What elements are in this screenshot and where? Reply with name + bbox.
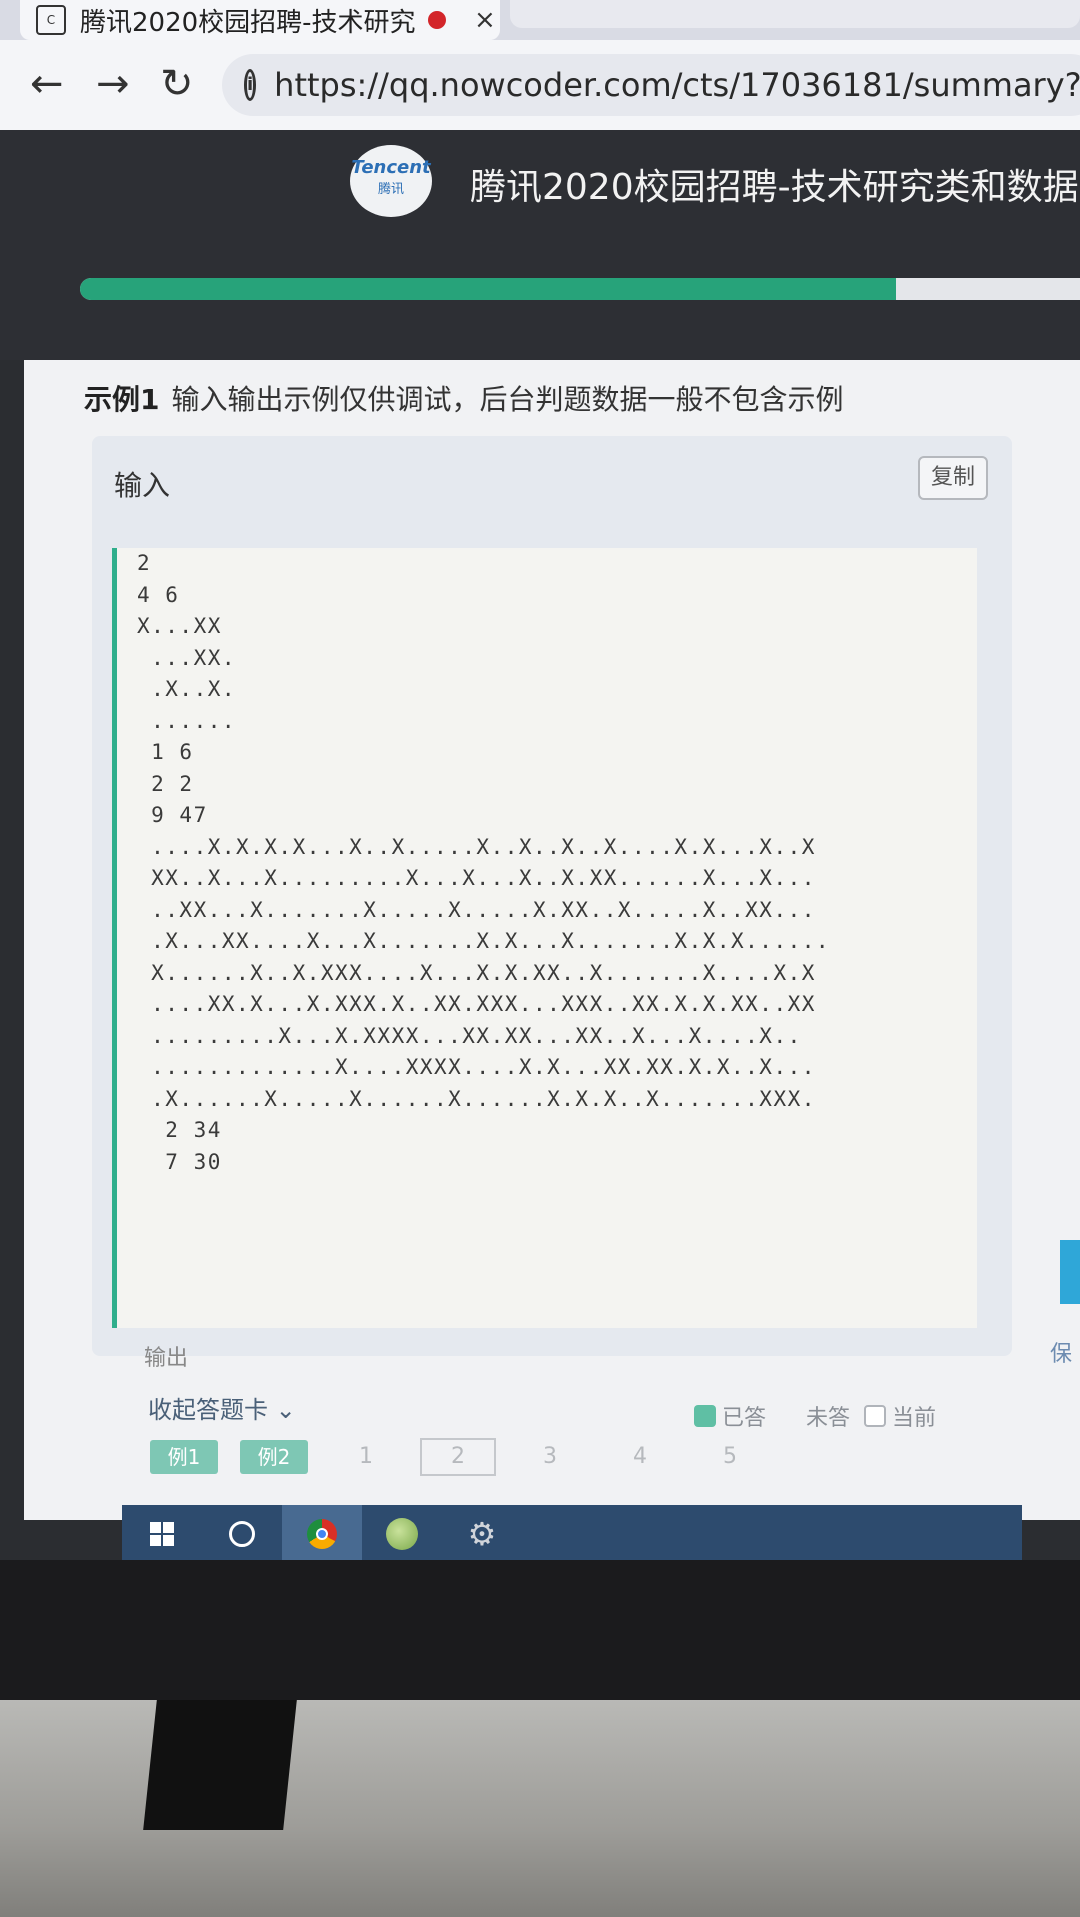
- question-nav: 例1 例2 1 2 3 4 5: [150, 1438, 784, 1476]
- legend-answered: 已答: [722, 1406, 767, 1431]
- code-line: .X......X.....X......X......X.X.X..X....…: [137, 1086, 816, 1111]
- code-line: 2: [137, 551, 152, 575]
- exam-title: 腾讯2020校园招聘-技术研究类和数据分析: [470, 167, 1080, 208]
- app-icon: [386, 1518, 418, 1550]
- example-label: 示例1: [84, 383, 160, 416]
- close-tab-icon[interactable]: ×: [474, 5, 496, 35]
- browser-tab[interactable]: C 腾讯2020校园招聘-技术研究 ×: [20, 0, 500, 40]
- collapse-answer-card-link[interactable]: 收起答题卡 ⌄: [148, 1390, 296, 1425]
- copy-button[interactable]: 复制: [918, 456, 988, 500]
- chrome-taskbar-button[interactable]: [282, 1505, 362, 1560]
- code-line: XX..X...X.........X...X...X..X.XX......X…: [137, 866, 816, 890]
- code-line: .X...XX....X...X.......X.X...X.......X.X…: [137, 929, 831, 953]
- screen: C 腾讯2020校园招聘-技术研究 × ← → ↻ i https://qq.n…: [0, 0, 1080, 1560]
- code-line: ....XX.X...X.XXX.X..XX.XXX...XXX..XX.X.X…: [137, 992, 816, 1016]
- question-number-4[interactable]: 4: [604, 1440, 676, 1474]
- tab-title: 腾讯2020校园招聘-技术研究: [80, 7, 416, 38]
- side-link[interactable]: 保: [1050, 1336, 1072, 1368]
- app-taskbar-button[interactable]: [362, 1505, 442, 1560]
- logo-text: Tencent: [351, 157, 431, 178]
- example-note: 输入输出示例仅供调试，后台判题数据一般不包含示例: [171, 383, 844, 416]
- current-swatch: [864, 1405, 887, 1427]
- gear-icon: ⚙: [467, 1515, 497, 1553]
- code-line: X...XX: [137, 614, 222, 638]
- cortana-button[interactable]: [202, 1505, 282, 1560]
- question-card: 示例1 输入输出示例仅供调试，后台判题数据一般不包含示例 输入 复制 2 4 6 X.…: [24, 360, 1080, 1520]
- answered-swatch: [694, 1405, 716, 1427]
- code-line: 7 30: [137, 1149, 222, 1174]
- favicon-icon: C: [36, 5, 66, 35]
- code-line: ..XX...X.......X.....X.....X.XX..X.....X…: [137, 897, 816, 922]
- code-line: 4 6: [137, 582, 180, 607]
- second-tab[interactable]: [510, 0, 1080, 28]
- back-button[interactable]: ←: [30, 62, 64, 106]
- answer-legend: 已答 未答 当前: [694, 1400, 936, 1432]
- recording-icon: [428, 11, 446, 29]
- info-icon[interactable]: i: [244, 69, 257, 101]
- code-line: X......X..X.XXX....X...X.X.XX..X.......X…: [137, 960, 816, 985]
- code-line: .X..X.: [137, 677, 237, 701]
- question-number-5[interactable]: 5: [694, 1440, 766, 1474]
- code-line: 1 6: [137, 740, 194, 764]
- code-line: 2 34: [137, 1118, 222, 1142]
- forward-button[interactable]: →: [96, 62, 130, 106]
- windows-taskbar: ⚙: [122, 1505, 1022, 1560]
- output-label: 输出: [144, 1346, 189, 1371]
- input-code[interactable]: 24 6 X...XX ...XX. .X..X. ...... 1 6 2 2 …: [112, 548, 977, 1328]
- start-button[interactable]: [122, 1505, 202, 1560]
- legend-current: 当前: [892, 1406, 937, 1431]
- example-tab-2[interactable]: 例2: [240, 1440, 308, 1474]
- progress-bar: [80, 278, 1080, 300]
- code-line: ....X.X.X.X...X..X.....X..X..X..X....X.X…: [137, 834, 816, 859]
- windows-icon: [150, 1522, 174, 1546]
- logo-subtext: 腾讯: [377, 182, 404, 197]
- tencent-logo: Tencent 腾讯: [350, 145, 432, 217]
- question-number-3[interactable]: 3: [514, 1440, 586, 1474]
- reload-button[interactable]: ↻: [160, 62, 194, 106]
- laptop-hinge: [143, 1700, 297, 1830]
- code-line: 9 47: [137, 803, 208, 827]
- code-line: 2 2: [137, 771, 194, 796]
- progress-fill: [80, 278, 896, 300]
- question-number-2[interactable]: 2: [420, 1438, 496, 1476]
- side-button[interactable]: [1060, 1240, 1080, 1304]
- legend-unanswered: 未答: [806, 1406, 851, 1431]
- settings-taskbar-button[interactable]: ⚙: [442, 1505, 522, 1560]
- code-line: .............X....XXXX....X.X...XX.XX.X.…: [137, 1055, 816, 1079]
- cortana-icon: [229, 1521, 255, 1547]
- example-tab-1[interactable]: 例1: [150, 1440, 218, 1474]
- question-number-1[interactable]: 1: [330, 1440, 402, 1474]
- input-box: 输入 复制 2 4 6 X...XX ...XX. .X..X. ...... 1 …: [92, 436, 1012, 1356]
- code-line: ...XX.: [137, 645, 237, 670]
- url-text: https://qq.nowcoder.com/cts/17036181/sum…: [274, 66, 1080, 104]
- chrome-icon: [307, 1519, 337, 1549]
- code-line: ......: [137, 708, 237, 733]
- browser-toolbar: ← → ↻ i https://qq.nowcoder.com/cts/1703…: [0, 40, 1080, 130]
- example-heading: 示例1 输入输出示例仅供调试，后台判题数据一般不包含示例: [84, 378, 844, 418]
- tab-bar: C 腾讯2020校园招聘-技术研究 ×: [0, 0, 1080, 40]
- address-bar[interactable]: i https://qq.nowcoder.com/cts/17036181/s…: [222, 54, 1080, 116]
- input-label: 输入: [114, 469, 171, 502]
- code-line: .........X...X.XXXX...XX.XX...XX..X...X.…: [137, 1023, 802, 1048]
